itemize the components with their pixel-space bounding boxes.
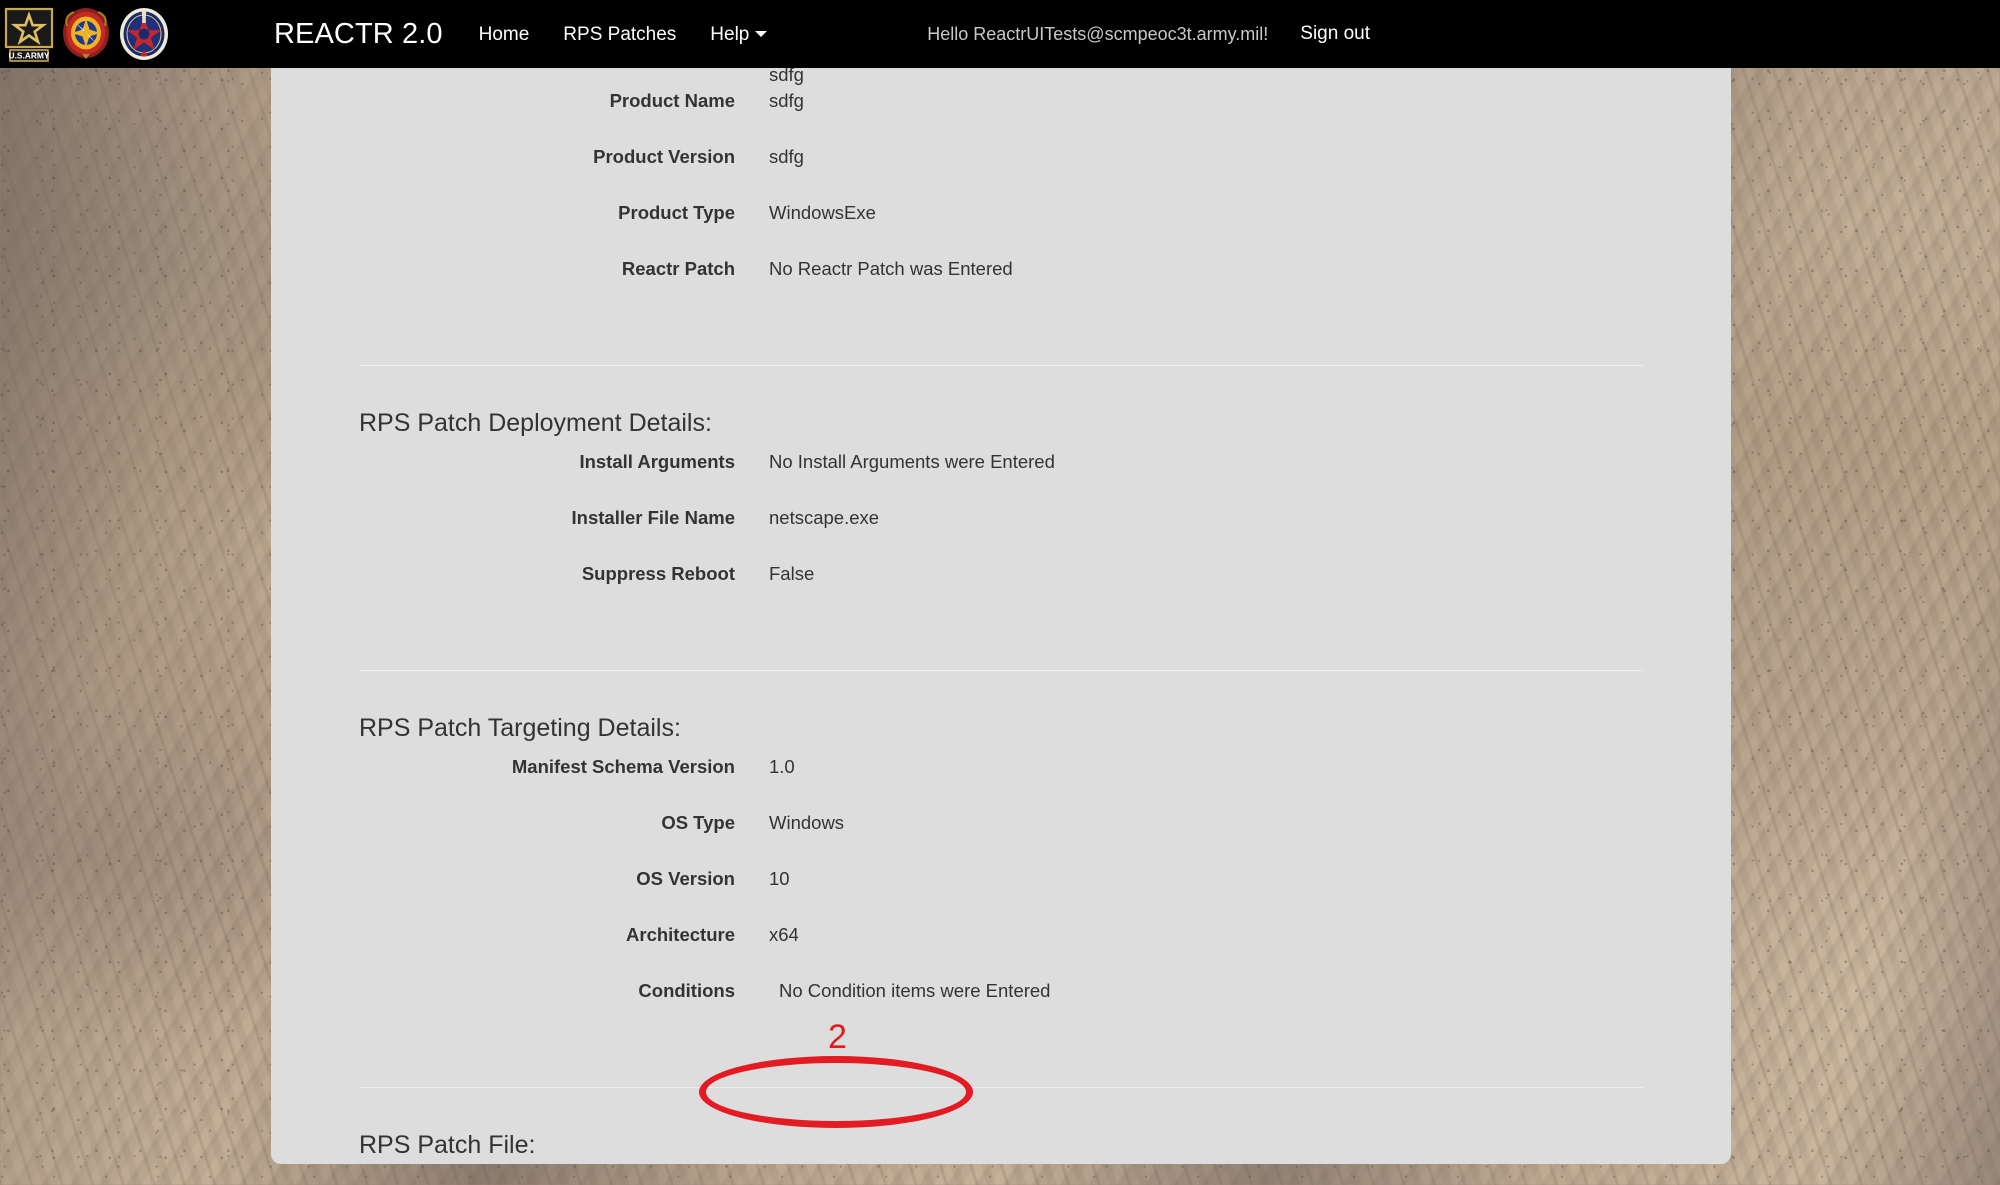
label-suppress-reboot: Suppress Reboot: [581, 563, 735, 584]
user-greeting: Hello ReactrUITests@scmpeoc3t.army.mil!: [927, 23, 1269, 44]
brand-title: REACTR 2.0: [274, 17, 443, 50]
label-conditions: Conditions: [638, 980, 735, 1001]
army-blue-star-emblem: [120, 8, 168, 60]
section-divider-1: [359, 365, 1643, 366]
value-product-version: sdfg: [769, 146, 804, 167]
label-product-name: Product Name: [609, 90, 735, 111]
section-divider-3: [359, 1087, 1643, 1088]
nav-item-rps-patches[interactable]: RPS Patches: [563, 25, 676, 44]
nav-item-help-label: Help: [710, 23, 750, 45]
detail-row-manifest-schema-version: Manifest Schema Version 1.0: [359, 756, 1643, 812]
detail-row-product-version: Product Version sdfg: [359, 146, 1643, 202]
value-manifest-schema-version: 1.0: [769, 756, 795, 777]
value-conditions: No Condition items were Entered: [779, 980, 1051, 1001]
page-root: U.S.ARMY REACTR 2.0 Home RPS Patches Hel…: [0, 0, 2000, 1185]
value-product-name: sdfg: [769, 90, 804, 111]
detail-row-conditions: Conditions No Condition items were Enter…: [359, 980, 1643, 1036]
detail-row-suppress-reboot: Suppress Reboot False: [359, 563, 1643, 619]
us-army-star-logo: U.S.ARMY: [4, 7, 54, 62]
annotation-step-number: 2: [828, 1018, 847, 1056]
sign-out-button[interactable]: Sign out: [1300, 23, 1370, 45]
section-title-patch-file: RPS Patch File:: [359, 1131, 536, 1159]
detail-row-architecture: Architecture x64: [359, 924, 1643, 980]
label-architecture: Architecture: [626, 924, 735, 945]
nav-right-group: Hello ReactrUITests@scmpeoc3t.army.mil! …: [927, 23, 2000, 45]
value-reactr-patch: No Reactr Patch was Entered: [769, 258, 1013, 279]
detail-row-reactr-patch: Reactr Patch No Reactr Patch was Entered: [359, 258, 1643, 314]
label-manifest-schema-version: Manifest Schema Version: [511, 756, 735, 777]
chevron-down-icon: [755, 31, 768, 38]
detail-row-product-type: Product Type WindowsExe: [359, 202, 1643, 258]
value-product-type: WindowsExe: [769, 202, 876, 223]
value-architecture: x64: [769, 924, 799, 945]
label-os-version: OS Version: [636, 868, 735, 889]
section-title-targeting: RPS Patch Targeting Details:: [359, 714, 681, 742]
clipped-row-value: sdfg: [769, 68, 804, 85]
label-install-arguments: Install Arguments: [579, 451, 735, 472]
primary-nav: Home RPS Patches Help: [479, 25, 768, 44]
svg-text:U.S.ARMY: U.S.ARMY: [9, 51, 50, 61]
nav-item-home[interactable]: Home: [479, 25, 530, 44]
value-os-version: 10: [769, 868, 790, 889]
label-os-type: OS Type: [661, 812, 735, 833]
label-installer-file-name: Installer File Name: [571, 507, 735, 528]
section-title-deployment: RPS Patch Deployment Details:: [359, 409, 712, 437]
label-product-version: Product Version: [593, 146, 735, 167]
peo-c3t-compass-emblem: [63, 8, 109, 59]
section-divider-2: [359, 670, 1643, 671]
detail-row-os-version: OS Version 10: [359, 868, 1643, 924]
logo-group: U.S.ARMY: [0, 0, 170, 68]
top-navbar: U.S.ARMY REACTR 2.0 Home RPS Patches Hel…: [0, 0, 2000, 68]
detail-row-install-arguments: Install Arguments No Install Arguments w…: [359, 451, 1643, 507]
content-panel-inner: sdfg Product Name sdfg Product Version s…: [271, 68, 1731, 1159]
nav-item-help[interactable]: Help: [710, 23, 768, 45]
content-panel: sdfg Product Name sdfg Product Version s…: [271, 68, 1731, 1164]
value-install-arguments: No Install Arguments were Entered: [769, 451, 1055, 472]
label-reactr-patch: Reactr Patch: [621, 258, 735, 279]
detail-row-installer-file-name: Installer File Name netscape.exe: [359, 507, 1643, 563]
clipped-row-above: sdfg: [359, 68, 1643, 86]
detail-row-product-name: Product Name sdfg: [359, 90, 1643, 146]
value-suppress-reboot: False: [769, 563, 815, 584]
value-os-type: Windows: [769, 812, 845, 833]
value-installer-file-name: netscape.exe: [769, 507, 880, 528]
label-product-type: Product Type: [618, 202, 735, 223]
detail-row-os-type: OS Type Windows: [359, 812, 1643, 868]
